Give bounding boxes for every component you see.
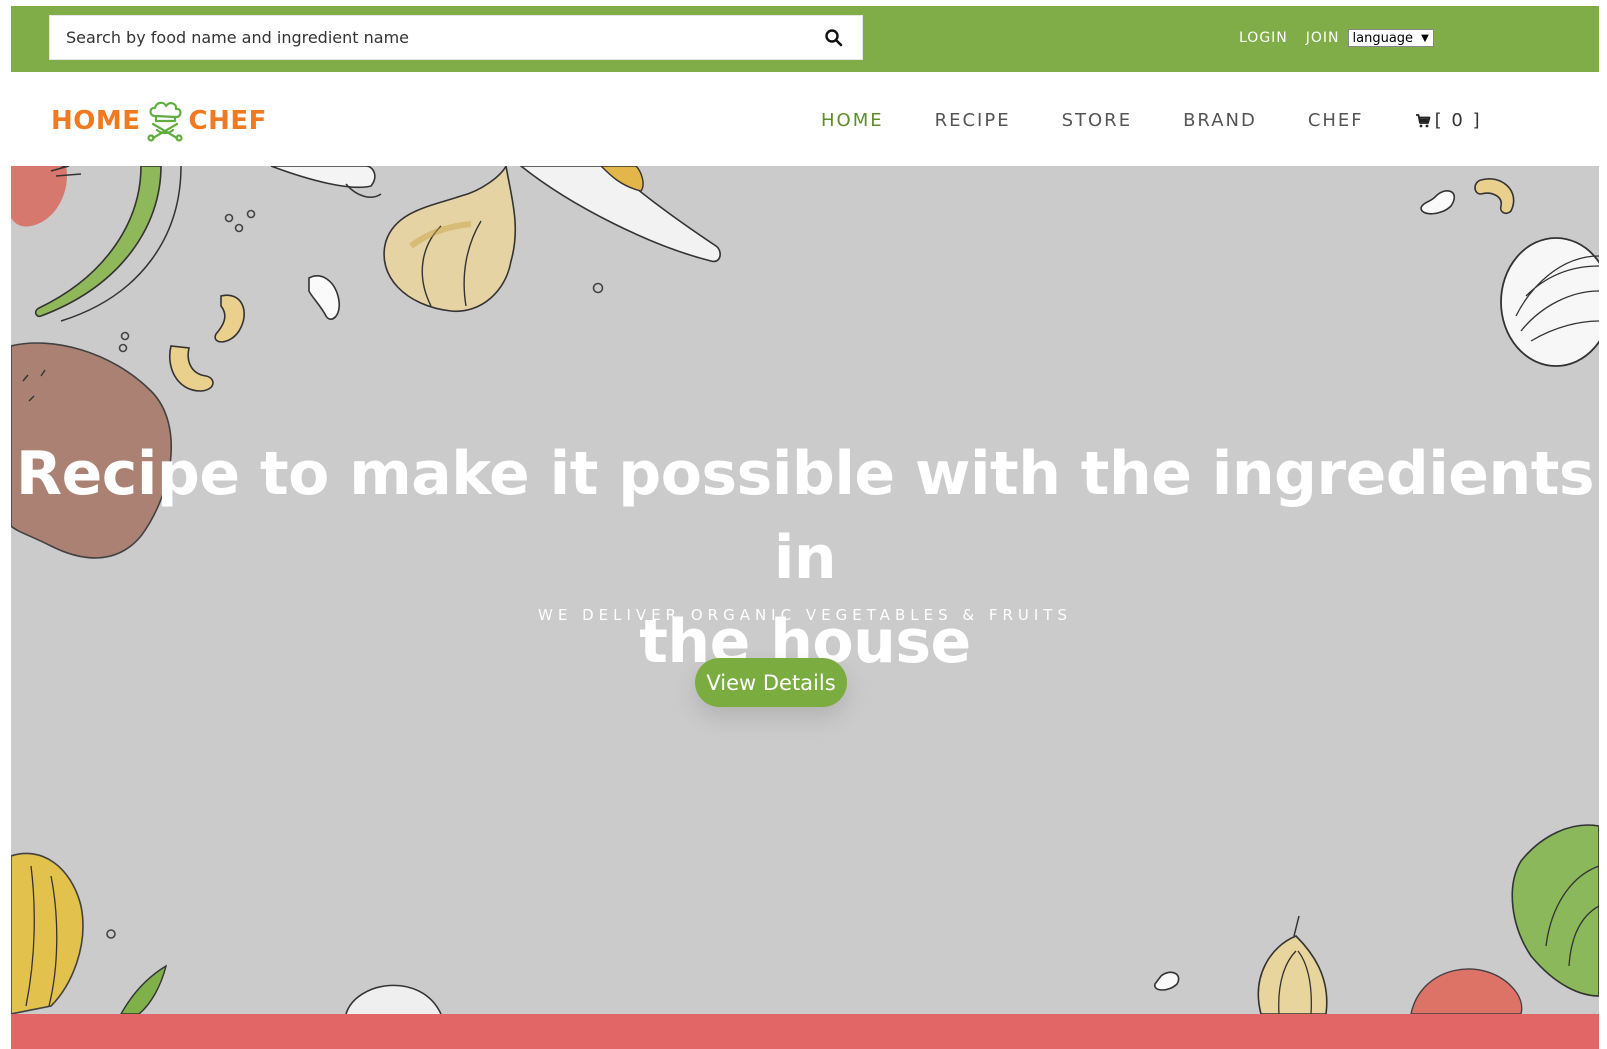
hero-banner: Recipe to make it possible with the ingr… [11,166,1599,1014]
garlic-illustration [383,166,517,312]
page-frame: LOGIN JOIN language ▼ HOME [11,6,1599,1049]
top-bar: LOGIN JOIN language ▼ [11,6,1599,72]
login-link[interactable]: LOGIN [1239,30,1288,46]
lettuce-illustration [1511,824,1599,997]
logo-text-home: HOME [51,106,141,136]
garlic-bottom-illustration [1257,915,1328,1014]
nav-item-recipe[interactable]: RECIPE [935,110,1011,131]
hero-subtitle: WE DELIVER ORGANIC VEGETABLES & FRUITS [538,606,1072,624]
primary-nav: HOME RECIPE STORE BRAND CHEF [ 0 ] [821,110,1482,131]
nav-item-brand[interactable]: BRAND [1183,110,1257,131]
search-icon[interactable] [824,28,844,48]
chef-hat-logo-icon [146,101,183,142]
logo-text-chef: CHEF [188,106,267,136]
tomato-illustration [11,166,82,227]
pepper-illustration [11,852,84,1014]
bottom-section-strip [11,1014,1599,1049]
hero-title: Recipe to make it possible with the ingr… [11,432,1599,684]
onion-illustration [1500,237,1599,367]
main-navbar: HOME CHEF HOME RECIPE STORE BRAND CHEF [… [11,72,1599,166]
search-box [49,15,863,60]
language-select[interactable]: language ▼ [1347,29,1434,47]
language-select-value: language [1352,30,1414,46]
nav-item-chef[interactable]: CHEF [1308,110,1364,131]
knife-illustration [519,166,721,263]
nav-item-store[interactable]: STORE [1062,110,1132,131]
nav-item-home[interactable]: HOME [821,110,884,131]
cart-count: [ 0 ] [1434,110,1482,131]
search-input[interactable] [50,16,810,59]
view-details-button[interactable]: View Details [695,658,847,707]
dropdown-arrow-icon: ▼ [1421,32,1429,44]
cart-icon [1415,113,1431,127]
site-logo[interactable]: HOME CHEF [51,100,267,142]
account-links: LOGIN JOIN language ▼ [1239,27,1434,49]
join-link[interactable]: JOIN [1306,30,1340,46]
hero-title-line-1: Recipe to make it possible with the ingr… [15,439,1595,593]
cart-button[interactable]: [ 0 ] [1415,110,1482,131]
